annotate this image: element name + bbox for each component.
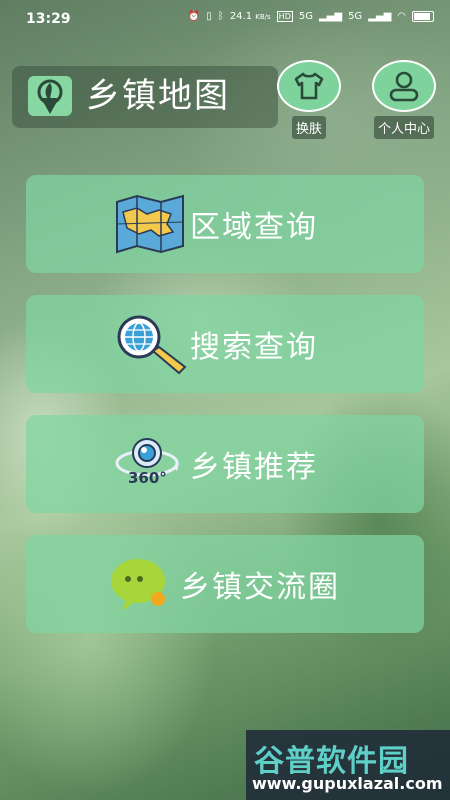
app-title: 乡镇地图 [86,76,230,116]
app-title-box: 乡镇地图 [12,66,278,128]
signal-5g-2: 5G [348,11,363,22]
watermark: 谷普软件园 www.gupuxlazal.com [246,730,450,800]
360-badge-label: 360° [128,469,167,487]
network-speed-value: 24.1 [229,11,253,22]
region-query-label: 区域查询 [190,210,318,245]
profile-button[interactable]: 个人中心 [364,60,444,139]
region-map-icon [110,189,190,259]
watermark-url: www.gupuxlazal.com [252,774,443,793]
user-icon [372,60,436,112]
network-speed: 24.1 KB/s [230,11,271,22]
wifi-icon: ◠ [397,11,406,22]
recommend-button[interactable]: 360° 乡镇推荐 [26,415,424,513]
skin-button[interactable]: 换肤 [276,60,342,139]
signal-5g-1: 5G [298,11,313,22]
globe-search-icon [110,309,190,379]
search-query-button[interactable]: 搜索查询 [26,295,424,393]
360-view-icon: 360° [110,429,190,499]
status-icons: ⏰ ▯ ᛒ 24.1 KB/s HD 5G ▂▄▆ 5G ▂▄▆ ◠ [188,11,434,22]
vibrate-icon: ▯ [206,11,212,22]
battery-icon [412,11,434,22]
region-query-button[interactable]: 区域查询 [26,175,424,273]
hd-badge: HD [276,11,293,22]
community-button[interactable]: 乡镇交流圈 [26,535,424,633]
signal-icon-2: ▂▄▆ [368,11,392,22]
recommend-label: 乡镇推荐 [190,450,318,485]
profile-label: 个人中心 [373,116,434,139]
status-bar: 13:29 ⏰ ▯ ᛒ 24.1 KB/s HD 5G ▂▄▆ 5G ▂▄▆ ◠ [0,0,450,36]
network-speed-unit: KB/s [255,13,271,21]
signal-icon: ▂▄▆ [318,11,343,22]
search-query-label: 搜索查询 [190,330,318,365]
chat-bubble-icon [100,549,180,619]
status-time: 13:29 [26,11,71,27]
tshirt-icon [277,60,341,112]
bluetooth-icon: ᛒ [217,11,224,22]
alarm-icon: ⏰ [187,11,201,22]
community-label: 乡镇交流圈 [180,570,340,605]
skin-label: 换肤 [291,116,326,139]
map-pin-logo-icon [28,76,72,116]
